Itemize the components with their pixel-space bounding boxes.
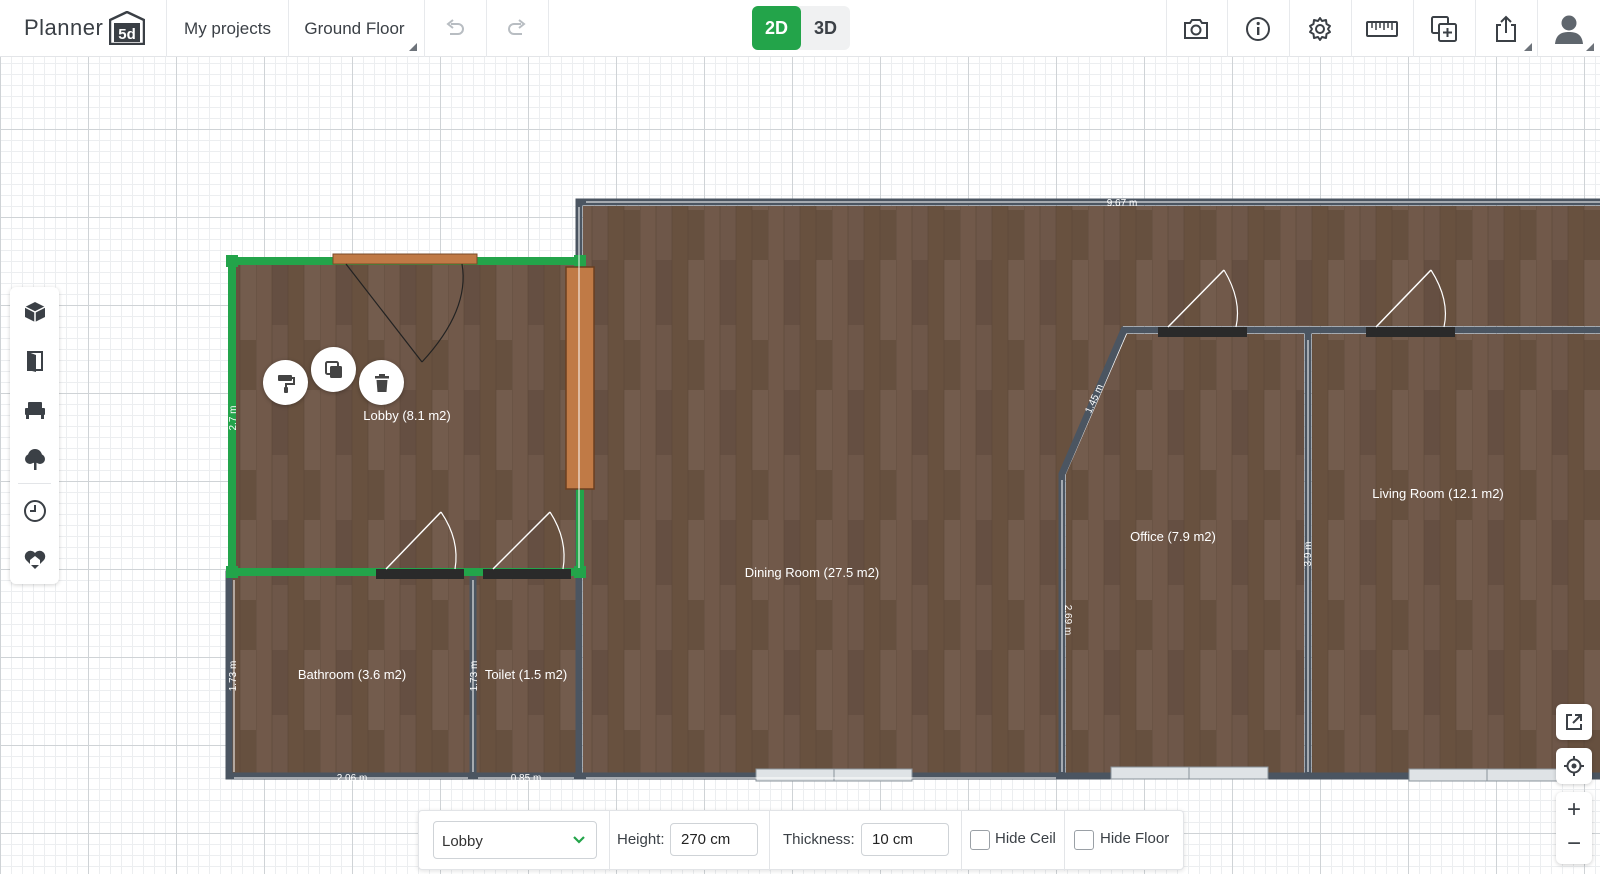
- exterior-icon: [24, 448, 45, 470]
- top-bar: Planner 5d My projects Ground Floor 2D 3…: [0, 0, 1600, 57]
- measure-button[interactable]: [1352, 0, 1412, 57]
- construction-button[interactable]: [10, 287, 59, 336]
- share-icon: [1496, 15, 1516, 42]
- dim-living-left: 3.9 m: [1303, 541, 1314, 566]
- info-button[interactable]: [1228, 0, 1288, 57]
- doors-icon: [26, 350, 43, 372]
- add-floor-icon: [1431, 15, 1457, 42]
- room-label-toilet: Toilet (1.5 m2): [485, 667, 567, 682]
- dim-lobby-left: 2.7 m: [228, 405, 239, 430]
- camera-icon: [1184, 18, 1208, 39]
- room-label-living: Living Room (12.1 m2): [1372, 486, 1504, 501]
- locate-icon: [1564, 756, 1584, 776]
- zoom-controls: + −: [1556, 792, 1592, 864]
- settings-button[interactable]: [1290, 0, 1350, 57]
- hide-ceil-checkbox[interactable]: [970, 830, 990, 850]
- floor-office[interactable]: [1066, 334, 1304, 774]
- undo-button[interactable]: [425, 0, 485, 57]
- floor-selector[interactable]: Ground Floor: [289, 0, 420, 57]
- exterior-button[interactable]: [10, 434, 59, 483]
- planner5d-logo[interactable]: Planner 5d: [24, 9, 146, 47]
- dim-bath-bottom: 2.06 m: [337, 773, 368, 784]
- room-label-lobby: Lobby (8.1 m2): [363, 408, 450, 423]
- room-label-dining: Dining Room (27.5 m2): [745, 565, 879, 580]
- view-3d-button[interactable]: 3D: [801, 6, 850, 50]
- dim-top: 9.67 m: [1107, 198, 1138, 209]
- zoom-in-button[interactable]: +: [1556, 792, 1592, 828]
- dim-office-left: 2.69 m: [1062, 605, 1073, 636]
- external-link-icon: [1566, 714, 1582, 730]
- history-button[interactable]: [10, 486, 59, 535]
- floor-plan[interactable]: 9.67 m 2.06 m 0.85 m 2.7 m 1.73 m 1.73 m…: [0, 0, 1600, 874]
- left-toolbar: [10, 287, 59, 584]
- history-icon: [23, 499, 46, 522]
- zoom-out-button[interactable]: −: [1556, 828, 1592, 864]
- favorites-button[interactable]: [10, 535, 59, 584]
- room-select-value: Lobby: [442, 833, 483, 850]
- logo-cube-icon: 5d: [109, 10, 146, 46]
- chevron-down-icon: [573, 836, 585, 844]
- construction-icon: [24, 301, 45, 322]
- user-icon: [1555, 15, 1583, 44]
- hide-floor-checkbox[interactable]: [1074, 830, 1094, 850]
- dim-bath-left: 1.73 m: [228, 661, 239, 692]
- windows[interactable]: [755, 766, 1566, 782]
- undo-icon: [446, 18, 464, 35]
- share-corner: [1524, 43, 1532, 51]
- my-projects-link[interactable]: My projects: [167, 0, 288, 57]
- center-view-button[interactable]: [1556, 748, 1592, 784]
- snapshot-button[interactable]: [1166, 0, 1226, 57]
- doors-windows-button[interactable]: [10, 336, 59, 385]
- settings-icon: [1309, 16, 1331, 41]
- user-corner: [1586, 43, 1594, 51]
- height-label: Height:: [617, 831, 665, 848]
- redo-icon: [508, 18, 526, 35]
- view-toggle: 2D 3D: [752, 6, 850, 50]
- duplicate-button[interactable]: [311, 347, 356, 392]
- paint-button[interactable]: [263, 360, 308, 405]
- delete-button[interactable]: [359, 360, 404, 405]
- hide-ceil-label: Hide Ceil: [995, 830, 1056, 847]
- floor-selector-corner: [409, 43, 417, 51]
- sliding-door[interactable]: [565, 266, 595, 490]
- height-input[interactable]: [670, 823, 758, 856]
- ruler-icon: [1366, 20, 1398, 37]
- redo-button[interactable]: [487, 0, 547, 57]
- thickness-label: Thickness:: [783, 831, 855, 848]
- hide-floor-label: Hide Floor: [1100, 830, 1170, 847]
- fullscreen-button[interactable]: [1556, 704, 1592, 740]
- room-label-bathroom: Bathroom (3.6 m2): [298, 667, 406, 682]
- room-select[interactable]: Lobby: [433, 821, 597, 859]
- room-label-office: Office (7.9 m2): [1130, 529, 1216, 544]
- paint-roller-icon: [277, 374, 295, 393]
- trash-icon: [374, 373, 389, 392]
- thickness-input[interactable]: [861, 823, 949, 856]
- view-2d-button[interactable]: 2D: [752, 6, 801, 50]
- logo-text: Planner: [24, 15, 104, 40]
- logo-badge: 5d: [119, 26, 137, 43]
- room-properties-panel: Lobby Height: Thickness: Hide Ceil Hide …: [418, 810, 1184, 871]
- copy-icon: [324, 360, 342, 378]
- dim-toilet-left: 1.73 m: [469, 661, 480, 692]
- add-floor-button[interactable]: [1414, 0, 1474, 57]
- info-icon: [1246, 16, 1270, 41]
- furniture-button[interactable]: [10, 385, 59, 434]
- favorites-icon: [24, 550, 45, 569]
- furniture-icon: [24, 401, 45, 419]
- dim-toilet-bottom: 0.85 m: [511, 773, 542, 784]
